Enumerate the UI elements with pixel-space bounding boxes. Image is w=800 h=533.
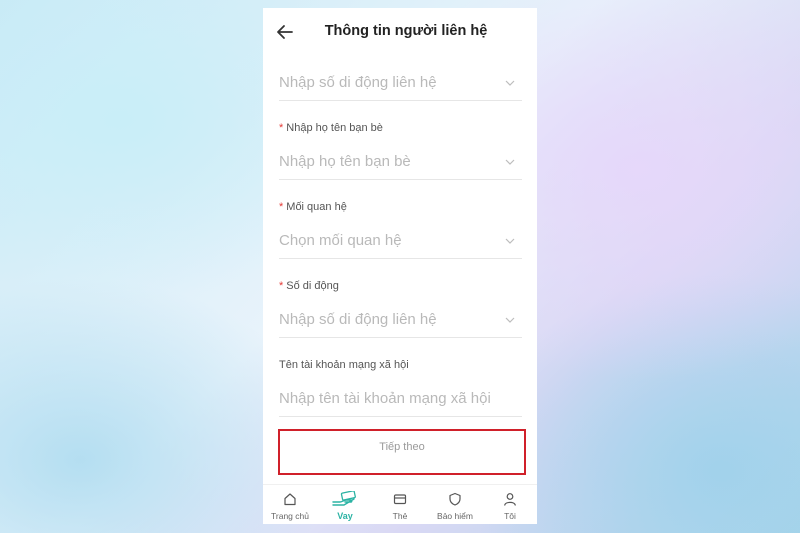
tab-loan[interactable]: Vay: [318, 485, 372, 524]
mobile-label: * Số di động: [279, 280, 339, 292]
tab-label: Vay: [337, 511, 353, 521]
header: Thông tin người liên hệ: [263, 8, 537, 56]
mobile-placeholder: Nhập số di động liên hệ: [279, 311, 437, 328]
friend-name-field[interactable]: Nhập họ tên bạn bè: [279, 143, 522, 180]
tab-label: Bảo hiểm: [437, 511, 473, 521]
app-screen: Thông tin người liên hệ Nhập số di động …: [263, 8, 537, 524]
social-account-input[interactable]: Nhập tên tài khoản mạng xã hội: [279, 380, 522, 417]
chevron-down-icon: [505, 159, 515, 165]
tab-label: Tôi: [504, 511, 516, 521]
social-account-label: Tên tài khoản mạng xã hội: [279, 359, 409, 371]
relationship-label: * Mối quan hệ: [279, 201, 347, 213]
mobile-field[interactable]: Nhập số di động liên hệ: [279, 301, 522, 338]
relationship-placeholder: Chọn mối quan hệ: [279, 232, 402, 249]
chevron-down-icon: [505, 80, 515, 86]
relationship-select[interactable]: Chọn mối quan hệ: [279, 222, 522, 259]
card-icon: [393, 494, 407, 505]
tab-insurance[interactable]: Bảo hiểm: [428, 485, 482, 524]
contact-phone-top-placeholder: Nhập số di động liên hệ: [279, 74, 437, 91]
contact-phone-top-field[interactable]: Nhập số di động liên hệ: [279, 64, 522, 101]
bottom-tab-bar: Trang chủ Vay Thẻ Bảo hiểm Tôi: [263, 484, 537, 524]
tab-home[interactable]: Trang chủ: [263, 485, 317, 524]
friend-name-placeholder: Nhập họ tên bạn bè: [279, 153, 411, 170]
tab-me[interactable]: Tôi: [483, 485, 537, 524]
loan-hand-icon: [332, 491, 356, 506]
tab-card[interactable]: Thẻ: [373, 485, 427, 524]
chevron-down-icon: [505, 238, 515, 244]
social-account-placeholder: Nhập tên tài khoản mạng xã hội: [279, 390, 491, 407]
tab-label: Thẻ: [392, 511, 408, 521]
shield-icon: [449, 492, 461, 506]
chevron-down-icon: [505, 317, 515, 323]
friend-name-label: * Nhập họ tên bạn bè: [279, 122, 383, 134]
home-icon: [284, 493, 296, 506]
tab-label: Trang chủ: [271, 511, 309, 521]
next-button[interactable]: Tiếp theo: [278, 429, 526, 475]
next-button-label: Tiếp theo: [379, 441, 425, 453]
user-icon: [504, 493, 516, 506]
page-title: Thông tin người liên hệ: [324, 23, 488, 39]
